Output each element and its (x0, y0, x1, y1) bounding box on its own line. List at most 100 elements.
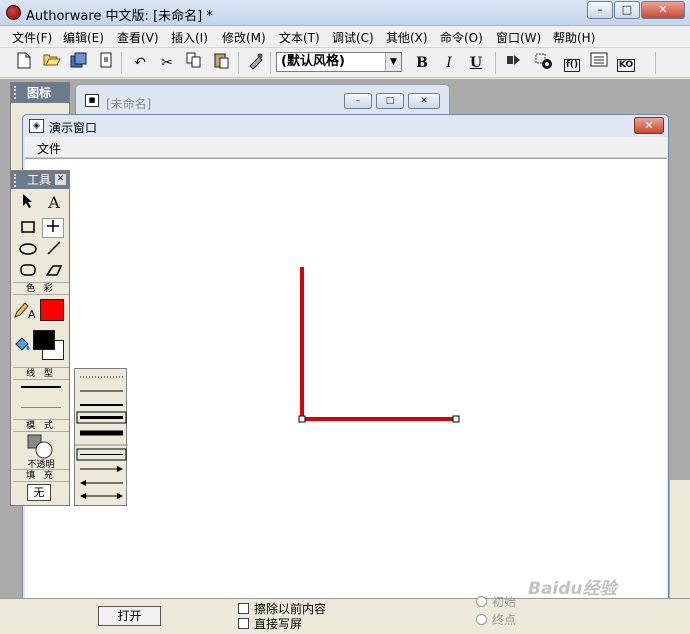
fill-section-label: 填 充 (13, 469, 69, 482)
menu-text[interactable]: 文本(T) (279, 29, 320, 46)
checkbox-box[interactable] (238, 618, 249, 629)
pencil-text-color-icon[interactable]: A (13, 300, 36, 321)
copy-icon[interactable] (183, 52, 205, 74)
menu-other[interactable]: 其他(X) (386, 29, 428, 46)
menu-bar: 文件(F) 编辑(E) 查看(V) 插入(I) 修改(M) 文本(T) 调试(C… (0, 26, 690, 48)
baidu-watermark: Baidu经验 (528, 579, 617, 599)
presentation-titlebar[interactable]: ◈ 演示窗口 ✕ (23, 115, 668, 137)
bold-button[interactable]: B (411, 52, 433, 74)
fill-color-swatch[interactable] (33, 330, 55, 350)
color-section-label: 色 彩 (13, 282, 69, 295)
diagonal-line-tool-icon[interactable] (43, 241, 65, 261)
end-point-radio[interactable]: 终点 (476, 611, 516, 628)
minimize-button[interactable]: – (587, 1, 613, 19)
menu-edit[interactable]: 编辑(E) (63, 29, 104, 46)
tool-palette-close-icon[interactable]: ✕ (55, 174, 66, 185)
fill-none-button[interactable]: 无 (27, 484, 51, 501)
foreground-color-swatch[interactable] (40, 299, 64, 321)
rectangle-tool-icon[interactable] (17, 219, 39, 239)
presentation-menu-file[interactable]: 文件 (37, 140, 61, 157)
run-icon[interactable] (503, 52, 525, 74)
authorware-app-icon (6, 5, 21, 20)
menu-insert[interactable]: 插入(I) (171, 29, 208, 46)
line-section-label: 线 型 (13, 367, 69, 380)
tool-palette-header[interactable]: 工具 ✕ (11, 171, 69, 189)
drag-grip-icon[interactable] (14, 174, 20, 187)
menu-debug[interactable]: 调试(C) (332, 29, 374, 46)
new-icon[interactable] (13, 52, 35, 74)
italic-button[interactable]: I (438, 52, 460, 74)
radio-dot[interactable] (476, 596, 487, 607)
direct-to-screen-checkbox[interactable]: 直接写屏 (238, 615, 302, 632)
arrow-head-icon (117, 493, 123, 499)
start-point-radio[interactable]: 初始 (476, 593, 516, 610)
icon-palette-header[interactable]: 图标 (11, 83, 69, 103)
flowchart-maximize-button[interactable]: □ (376, 93, 404, 109)
direct-to-screen-label: 直接写屏 (254, 617, 303, 631)
line-handle[interactable] (298, 415, 306, 423)
ko-label: KO (616, 59, 636, 72)
radio-dot[interactable] (476, 614, 487, 625)
undo-icon[interactable]: ↶ (129, 52, 151, 74)
presentation-window-icon: ◈ (29, 119, 44, 133)
text-style-select[interactable]: (默认风格) ▼ (276, 52, 402, 72)
end-point-label: 终点 (492, 613, 517, 627)
paste-icon[interactable] (211, 52, 233, 74)
presentation-window: ◈ 演示窗口 ✕ 文件 (22, 114, 669, 600)
line-style-preview-secondary[interactable] (21, 407, 61, 408)
menu-command[interactable]: 命令(O) (440, 29, 483, 46)
close-button[interactable]: ✕ (641, 1, 685, 19)
properties-panel-edge (670, 480, 690, 598)
knowledge-objects-icon[interactable]: KO (615, 52, 637, 74)
line-style-preview[interactable] (21, 386, 61, 388)
arrow-head-icon (80, 480, 86, 486)
fill-bucket-icon[interactable] (12, 335, 34, 355)
text-tool-icon[interactable]: A (43, 193, 65, 213)
menu-modify[interactable]: 修改(M) (222, 29, 266, 46)
functions-icon[interactable]: f() (561, 52, 583, 74)
menu-view[interactable]: 查看(V) (117, 29, 159, 46)
line-style-flyout (74, 368, 128, 506)
ellipse-tool-icon[interactable] (17, 241, 39, 261)
presentation-window-title: 演示窗口 (49, 121, 98, 135)
flowchart-minimize-button[interactable]: – (344, 93, 372, 109)
menu-help[interactable]: 帮助(H) (553, 29, 595, 46)
arrow-head-icon (117, 466, 123, 472)
erase-previous-label: 擦除以前内容 (254, 602, 327, 616)
toolbar-separator (238, 52, 239, 74)
tool-palette: 工具 ✕ A 色 彩 A 线 型 模 式 不透明 填 充 无 (10, 170, 70, 506)
arrow-head-icon (80, 493, 86, 499)
underline-button[interactable]: U (465, 52, 487, 74)
menu-window[interactable]: 窗口(W) (496, 29, 541, 46)
menu-file[interactable]: 文件(F) (12, 29, 52, 46)
line-handle[interactable] (452, 415, 460, 423)
import-icon[interactable] (95, 52, 117, 74)
tool-palette-title: 工具 (27, 173, 52, 187)
toolbar-separator (121, 52, 122, 74)
save-all-icon[interactable] (68, 52, 90, 74)
chevron-down-icon[interactable]: ▼ (385, 53, 401, 71)
window-title: Authorware 中文版: [未命名] * (26, 9, 213, 24)
toolbar-separator (495, 52, 496, 74)
checkbox-box[interactable] (238, 603, 249, 614)
open-icon[interactable] (41, 52, 63, 74)
maximize-button[interactable]: □ (614, 1, 640, 19)
open-button[interactable]: 打开 (98, 606, 161, 626)
functions-label: f() (563, 59, 581, 72)
control-panel-icon[interactable] (533, 52, 555, 74)
drag-grip-icon[interactable] (14, 86, 20, 99)
flowchart-close-button[interactable]: ✕ (408, 93, 440, 109)
find-icon[interactable] (245, 52, 267, 74)
rounded-rectangle-tool-icon[interactable] (17, 262, 39, 282)
red-l-line[interactable] (300, 267, 456, 421)
polygon-tool-icon[interactable] (43, 262, 65, 282)
flowchart-file-icon: ■ (85, 94, 99, 107)
pointer-tool-icon[interactable] (17, 193, 39, 213)
svg-text:A: A (28, 308, 36, 320)
cut-icon[interactable]: ✂ (156, 52, 178, 74)
presentation-menu-bar: 文件 (25, 137, 667, 158)
orthogonal-line-tool-icon[interactable] (42, 218, 64, 238)
mode-section-label: 模 式 (13, 419, 69, 432)
variables-icon[interactable] (588, 52, 610, 74)
presentation-close-button[interactable]: ✕ (634, 117, 664, 134)
